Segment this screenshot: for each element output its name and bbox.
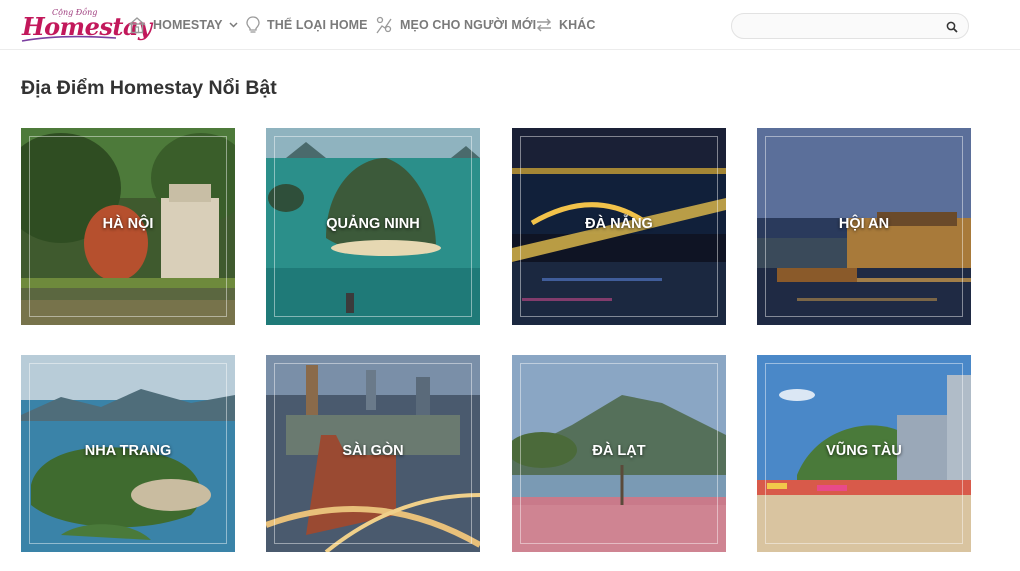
place-name-vung-tau: VŨNG TÀU: [826, 443, 902, 459]
nav-homestay-label: HOMESTAY: [153, 18, 223, 32]
place-card-hoi-an[interactable]: HỘI AN: [757, 128, 971, 325]
place-card-nha-trang[interactable]: NHA TRANG: [21, 355, 235, 552]
place-name-da-lat: ĐÀ LẠT: [592, 443, 646, 459]
place-name-da-nang: ĐÀ NẴNG: [585, 216, 653, 232]
home-icon: [127, 16, 147, 34]
search-box: [731, 13, 969, 39]
tips-icon: [374, 15, 394, 35]
section-title: Địa Điểm Homestay Nổi Bật: [21, 77, 277, 99]
lightbulb-icon: [245, 15, 261, 35]
place-name-quang-ninh: QUẢNG NINH: [326, 216, 420, 232]
place-card-da-lat[interactable]: ĐÀ LẠT: [512, 355, 726, 552]
place-card-quang-ninh[interactable]: QUẢNG NINH: [266, 128, 480, 325]
logo-swoosh-icon: [21, 35, 117, 42]
place-card-ha-noi[interactable]: HÀ NỘI: [21, 128, 235, 325]
place-card-da-nang[interactable]: ĐÀ NẴNG: [512, 128, 726, 325]
place-name-sai-gon: SÀI GÒN: [342, 443, 404, 459]
nav-the-loai-home[interactable]: THỂ LOẠI HOME: [245, 0, 368, 50]
search-input[interactable]: [744, 17, 934, 35]
place-name-ha-noi: HÀ NỘI: [102, 216, 154, 232]
place-card-sai-gon[interactable]: SÀI GÒN: [266, 355, 480, 552]
nav-the-loai-home-label: THỂ LOẠI HOME: [267, 18, 368, 32]
place-name-hoi-an: HỘI AN: [838, 216, 890, 232]
nav-meo-cho-nguoi-moi[interactable]: MẸO CHO NGƯỜI MỚI: [374, 0, 536, 50]
place-name-nha-trang: NHA TRANG: [84, 443, 172, 459]
exchange-icon: [535, 17, 553, 33]
nav-homestay[interactable]: HOMESTAY: [127, 0, 238, 50]
nav-meo-cho-nguoi-moi-label: MẸO CHO NGƯỜI MỚI: [400, 18, 537, 32]
chevron-down-icon: [229, 22, 238, 28]
site-logo[interactable]: Cộng Đồng Homestay: [20, 4, 152, 44]
nav-khac-label: KHÁC: [559, 18, 596, 32]
search-icon[interactable]: [946, 20, 958, 38]
place-card-vung-tau[interactable]: VŨNG TÀU: [757, 355, 971, 552]
nav-khac[interactable]: KHÁC: [535, 0, 596, 50]
top-navigation-bar: Cộng Đồng Homestay HOMESTAY THỂ LOẠI HOM…: [0, 0, 1020, 50]
